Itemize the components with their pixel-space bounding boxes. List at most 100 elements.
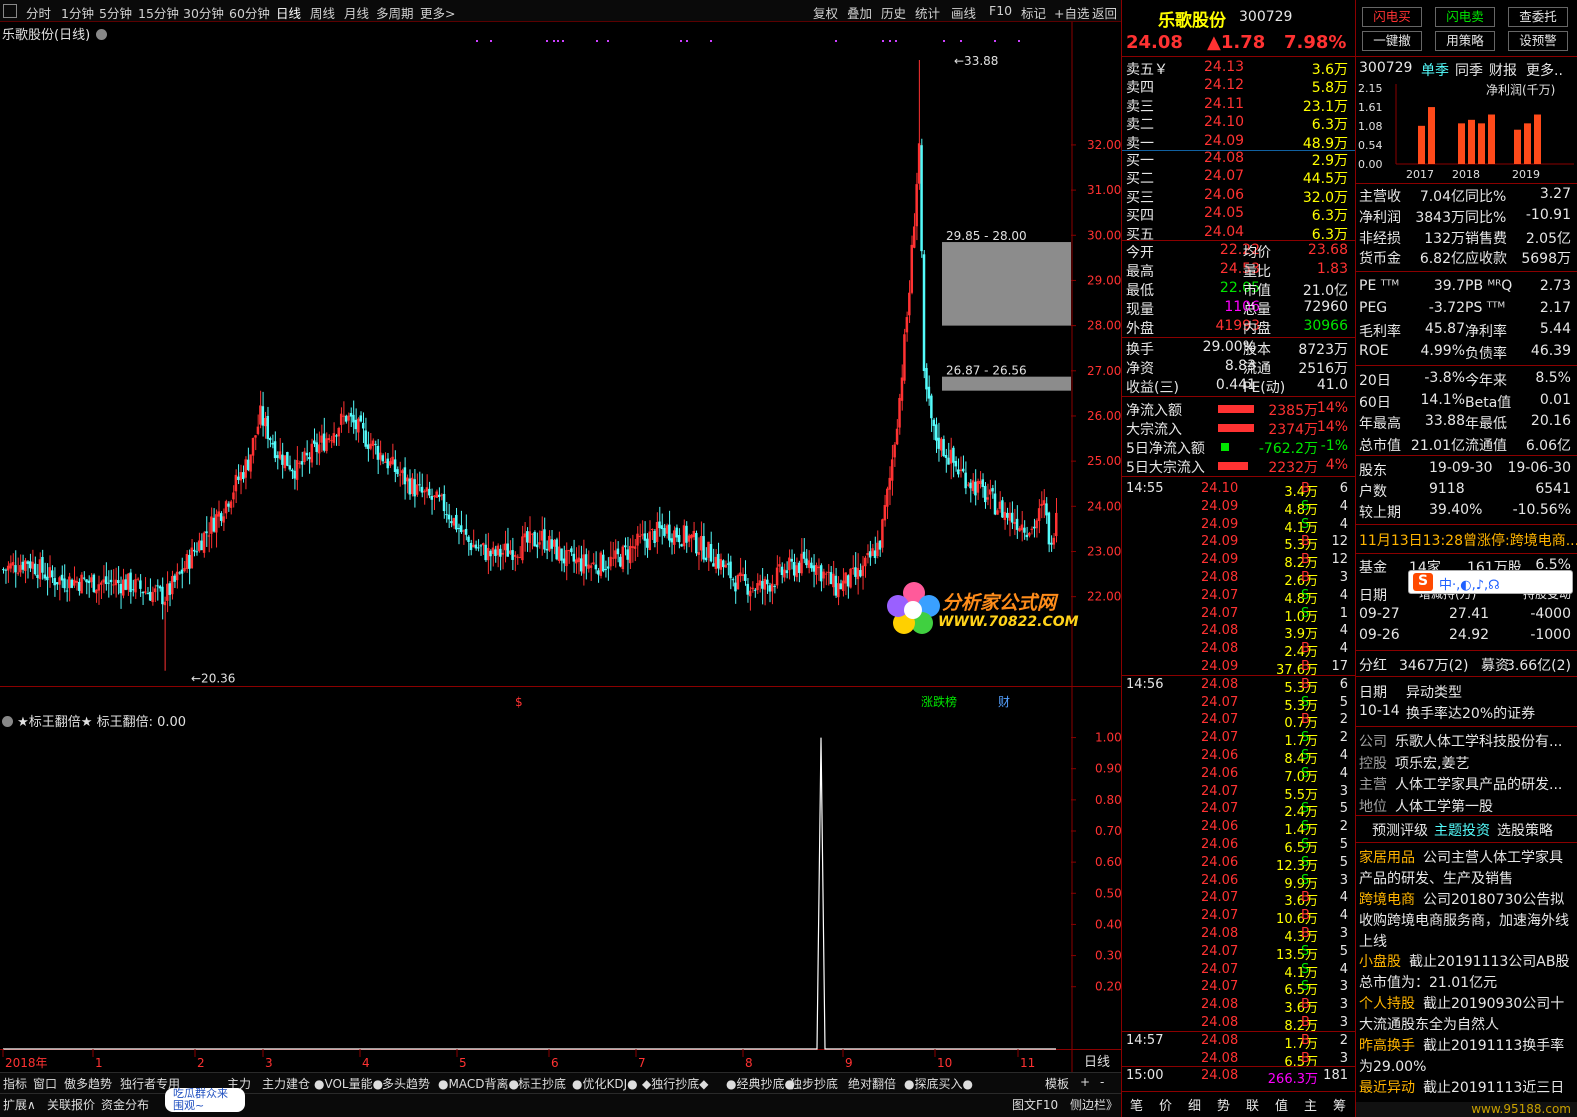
indicator-tab[interactable]: 多头趋势 bbox=[382, 1075, 430, 1092]
tab-more[interactable]: 更多> bbox=[420, 3, 455, 22]
candle-body bbox=[73, 579, 76, 586]
fin-tab2[interactable]: 预测评级 bbox=[1372, 820, 1428, 839]
stats-button[interactable]: 统计 bbox=[915, 3, 940, 22]
indicator-tab[interactable]: 窗口 bbox=[33, 1075, 57, 1092]
tab-monthly[interactable]: 月线 bbox=[344, 3, 369, 22]
query-order-button[interactable]: 查委托 bbox=[1508, 7, 1568, 27]
alert-button[interactable]: 设预警 bbox=[1508, 31, 1568, 51]
fin-tab2[interactable]: 选股策略 bbox=[1497, 820, 1553, 839]
candle-body bbox=[822, 571, 825, 579]
ext-tab[interactable]: 侧边栏》 bbox=[1070, 1096, 1118, 1113]
quote-tab[interactable]: 势 bbox=[1217, 1095, 1230, 1114]
add-watchlist-button[interactable]: +自选 bbox=[1054, 3, 1089, 22]
indicator-tab[interactable]: 独步抄底 bbox=[790, 1075, 838, 1092]
signal-dot bbox=[943, 40, 945, 42]
fin-row: 非经损 132万 销售费 2.05亿 bbox=[1359, 228, 1574, 247]
tick-time: 14:56 bbox=[1126, 676, 1164, 692]
kline-chart[interactable]: 32.0031.0030.0029.0028.0027.0026.0025.00… bbox=[0, 22, 1121, 1072]
fin-label2: 负债率 bbox=[1465, 345, 1507, 362]
flash-sell-button[interactable]: 闪电卖 bbox=[1435, 7, 1495, 27]
mark-button[interactable]: 标记 bbox=[1021, 3, 1046, 22]
news-item[interactable]: 11月13日13:28曾涨停:跨境电商... bbox=[1359, 530, 1577, 549]
quote-tab[interactable]: 联 bbox=[1246, 1095, 1259, 1114]
holder-label: 股东 bbox=[1359, 463, 1387, 479]
ext-tab[interactable]: 关联报价 bbox=[47, 1096, 95, 1113]
candle-body bbox=[597, 570, 600, 575]
quote-tab[interactable]: 主 bbox=[1304, 1095, 1317, 1114]
flow-row: 净流入额 2385万 14% bbox=[1126, 400, 1352, 419]
pane-divider bbox=[0, 686, 1121, 687]
ext-tab[interactable]: 吃瓜群众来围观~ bbox=[165, 1088, 245, 1112]
back-button[interactable]: 返回 bbox=[1092, 3, 1117, 22]
candle-body bbox=[890, 459, 894, 481]
quote-tab[interactable]: 价 bbox=[1159, 1095, 1172, 1114]
indicator-tab[interactable]: 主力建仓 bbox=[262, 1075, 310, 1092]
indicator-tab[interactable]: + bbox=[1080, 1075, 1090, 1089]
flash-buy-button[interactable]: 闪电买 bbox=[1362, 7, 1422, 27]
history-button[interactable]: 历史 bbox=[881, 3, 906, 22]
chart-area[interactable]: 32.00 31.00 30.00 29.00 28.00 27.00 26.00 25.00… bbox=[0, 22, 1121, 1072]
cancel-all-button[interactable]: 一键撤 bbox=[1362, 31, 1422, 51]
last-price: 24.08 bbox=[1126, 32, 1183, 53]
fin-ytick: 0.00 bbox=[1358, 158, 1383, 171]
candle-body bbox=[841, 580, 845, 592]
indicator-tab[interactable]: ●探底买入● bbox=[904, 1075, 973, 1092]
fin-bar bbox=[1458, 123, 1465, 164]
indicator-tab[interactable]: 指标 bbox=[3, 1075, 27, 1092]
indicator-tab[interactable]: - bbox=[1100, 1075, 1104, 1089]
quote-tab[interactable]: 细 bbox=[1188, 1095, 1201, 1114]
indicator-tab[interactable]: 模板 bbox=[1045, 1075, 1069, 1092]
div-value2: 3.66亿(2) bbox=[1505, 658, 1571, 674]
indicator-settings-icon[interactable] bbox=[2, 716, 13, 727]
tab-1min[interactable]: 1分钟 bbox=[61, 3, 94, 22]
draw-button[interactable]: 画线 bbox=[951, 3, 976, 22]
f10-button[interactable]: F10 bbox=[989, 3, 1012, 18]
tab-60min[interactable]: 60分钟 bbox=[229, 3, 270, 22]
quote-tab[interactable]: 筹 bbox=[1333, 1095, 1346, 1114]
tab-15min[interactable]: 15分钟 bbox=[138, 3, 179, 22]
tick-dir: B bbox=[1301, 890, 1310, 906]
overlay-button[interactable]: 叠加 bbox=[847, 3, 872, 22]
tab-multi[interactable]: 多周期 bbox=[376, 3, 414, 22]
x-tick-label: 4 bbox=[362, 1056, 370, 1070]
ext-tab[interactable]: 扩展∧ bbox=[3, 1096, 36, 1113]
candle-body bbox=[717, 553, 720, 569]
ext-tab[interactable]: 图文F10 bbox=[1012, 1096, 1058, 1113]
fin-tab2[interactable]: 主题投资 bbox=[1434, 820, 1490, 839]
strategy-button[interactable]: 用策略 bbox=[1435, 31, 1495, 51]
fin-tab[interactable]: 单季 bbox=[1421, 60, 1449, 79]
fin-tab[interactable]: 300729 bbox=[1359, 60, 1412, 79]
indicator-tab[interactable]: 标王抄底 bbox=[518, 1075, 566, 1092]
quote-tab[interactable]: 值 bbox=[1275, 1095, 1288, 1114]
book-label: 卖四 bbox=[1126, 80, 1154, 97]
indicator-tab[interactable]: 绝对翻倍 bbox=[848, 1075, 896, 1092]
indicator-tab[interactable]: ●VOL量能● bbox=[314, 1075, 383, 1092]
ind-tick-label: 0.40 bbox=[1095, 917, 1121, 931]
candle-body bbox=[63, 578, 66, 589]
indicator-tab[interactable]: ◆独行抄底◆ bbox=[642, 1075, 708, 1092]
ime-toolbar[interactable]: S 中·,◐,♪,☊ bbox=[1408, 570, 1573, 594]
indicator-tab[interactable]: 傲多趋势 bbox=[64, 1075, 112, 1092]
indicator-tab[interactable]: ●经典抄底● bbox=[726, 1075, 795, 1092]
candle-body bbox=[920, 145, 923, 252]
quote-tab[interactable]: 笔 bbox=[1130, 1095, 1143, 1114]
fin-tab[interactable]: 财报 bbox=[1489, 60, 1517, 79]
tab-5min[interactable]: 5分钟 bbox=[99, 3, 132, 22]
tab-daily[interactable]: 日线 bbox=[276, 3, 301, 22]
tick-price: 24.08 bbox=[1201, 926, 1239, 941]
tab-fenshi[interactable]: 分时 bbox=[26, 3, 51, 22]
indicator-tab[interactable]: ●优化KDJ● bbox=[572, 1075, 638, 1092]
fin-tab[interactable]: 同季 bbox=[1455, 60, 1483, 79]
candle-body bbox=[337, 427, 340, 437]
fin-tab[interactable]: 更多.. bbox=[1526, 60, 1563, 79]
indicator-tab[interactable]: ●MACD背离● bbox=[438, 1075, 519, 1092]
menu-icon[interactable] bbox=[3, 4, 17, 18]
candle-body bbox=[401, 470, 404, 474]
candle-body bbox=[403, 467, 407, 485]
fuquan-button[interactable]: 复权 bbox=[813, 3, 838, 22]
ext-tab[interactable]: 资金分布 bbox=[101, 1096, 149, 1113]
tab-weekly[interactable]: 周线 bbox=[310, 3, 335, 22]
tab-30min[interactable]: 30分钟 bbox=[183, 3, 224, 22]
candle-body bbox=[724, 564, 727, 568]
settings-icon[interactable] bbox=[96, 29, 108, 40]
